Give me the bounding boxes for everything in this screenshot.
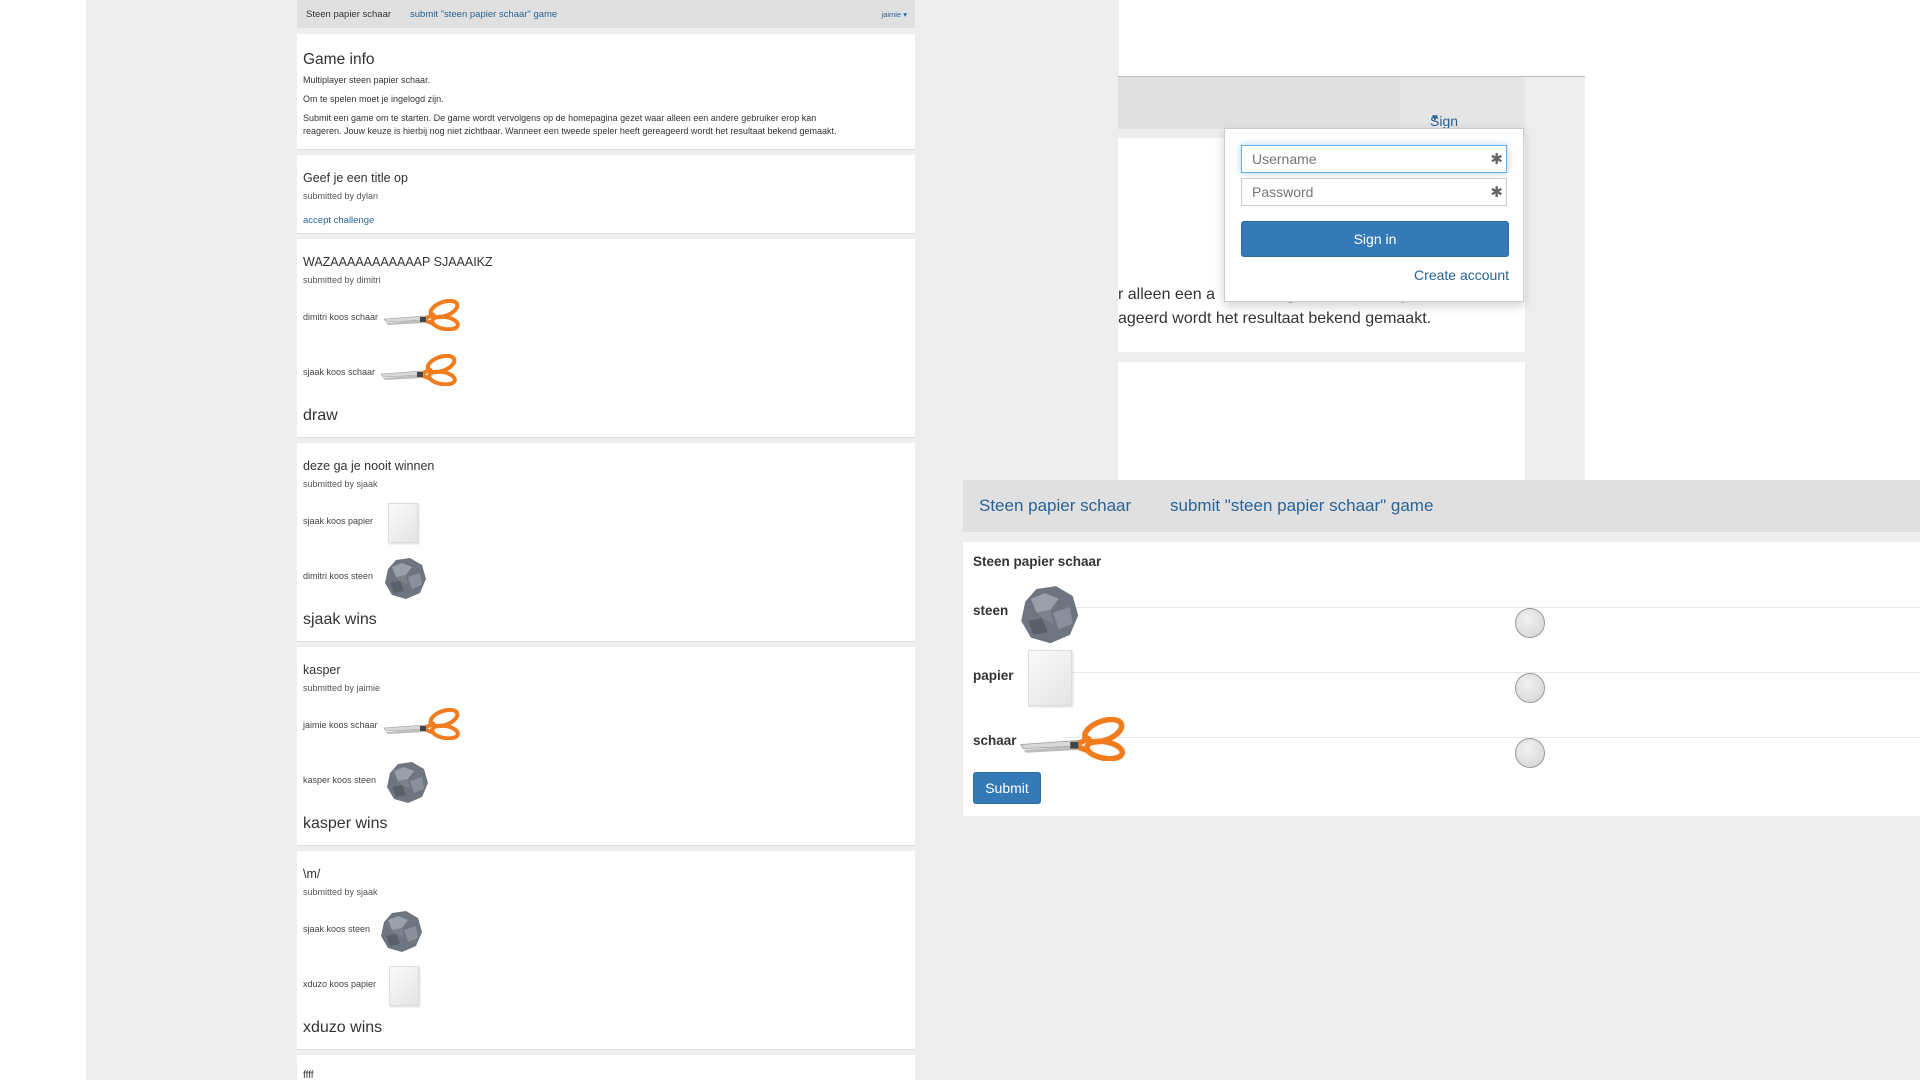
info-text-fragment: ageerd wordt het resultaat bekend gemaak…	[1118, 310, 1432, 327]
option-label-papier: papier	[973, 668, 1014, 683]
game-title: Geef je een title op	[303, 171, 408, 185]
option-divider	[1063, 737, 1920, 738]
move-label: kasper koos steen	[303, 775, 377, 785]
username-field[interactable]	[1241, 145, 1507, 173]
navbar: Steen papier schaar submit "steen papier…	[963, 480, 1920, 532]
game-title: kasper	[303, 663, 341, 677]
option-radio-papier[interactable]	[1515, 673, 1545, 703]
game-submitter: submitted by dimitri	[303, 275, 381, 285]
game-card	[1118, 362, 1525, 480]
navbar: Steen papier schaar submit "steen papier…	[297, 0, 915, 28]
accept-challenge-link[interactable]: accept challenge	[303, 215, 374, 226]
game-result: xduzo wins	[303, 1019, 383, 1036]
scissors-icon	[379, 354, 459, 386]
game-title: deze ga je nooit winnen	[303, 459, 435, 473]
game-title: ffff	[303, 1070, 314, 1081]
move-label: sjaak koos schaar	[303, 367, 376, 377]
submit-game-link[interactable]: submit "steen papier schaar" game	[1170, 496, 1433, 516]
game-info-line: Multiplayer steen papier schaar.	[303, 75, 431, 85]
game-title: \m/	[303, 867, 321, 881]
game-info-panel: Game info Multiplayer steen papier schaa…	[297, 34, 915, 150]
game-card: ffff	[297, 1055, 915, 1081]
move-label: jaimie koos schaar	[303, 720, 378, 730]
option-radio-schaar[interactable]	[1515, 738, 1545, 768]
game-submitter: submitted by dylan	[303, 191, 379, 201]
login-dropdown: ✱ ✱ Sign in Create account	[1224, 128, 1524, 302]
rock-icon	[1016, 582, 1082, 646]
game-card: kasper submitted by jaimie jaimie koos s…	[297, 647, 915, 846]
game-submitter: submitted by sjaak	[303, 887, 378, 897]
game-title: WAZAAAAAAAAAAAP SJAAAIKZ	[303, 255, 493, 269]
signin-button[interactable]: Sign in	[1241, 221, 1509, 257]
scissors-icon	[382, 299, 462, 331]
rock-icon	[382, 555, 428, 601]
asterisk-icon: ✱	[1490, 184, 1503, 201]
option-label-steen: steen	[973, 603, 1009, 618]
password-field[interactable]	[1241, 178, 1507, 206]
game-info-title: Game info	[303, 51, 375, 68]
caret-down-icon: ▾	[903, 10, 907, 19]
scissors-icon	[382, 708, 462, 740]
signin-join-toggle[interactable]: Sign in / Join ▼	[1400, 77, 1525, 161]
game-result: sjaak wins	[303, 611, 377, 628]
navbar-brand[interactable]: Steen papier schaar	[306, 9, 391, 20]
move-label: sjaak koos papier	[303, 516, 374, 526]
paper-icon	[1028, 650, 1072, 706]
game-info-line: Submit een game om te starten. De game w…	[303, 113, 817, 123]
option-divider	[1063, 607, 1920, 608]
submit-game-link[interactable]: submit "steen papier schaar" game	[410, 9, 557, 20]
asterisk-icon: ✱	[1490, 151, 1503, 168]
move-label: dimitri koos steen	[303, 571, 374, 581]
game-card: deze ga je nooit winnen submitted by sja…	[297, 443, 915, 642]
option-label-schaar: schaar	[973, 733, 1017, 748]
user-menu[interactable]: jaimie ▾	[882, 10, 907, 19]
game-info-line: Om te spelen moet je ingelogd zijn.	[303, 94, 444, 104]
info-text-fragment: r alleen een a	[1118, 286, 1215, 303]
paper-icon	[389, 966, 419, 1006]
move-label: dimitri koos schaar	[303, 312, 379, 322]
paper-icon	[388, 503, 418, 543]
game-info-line: reageren. Jouw keuze is hierbij nog niet…	[303, 126, 837, 136]
form-heading: Steen papier schaar	[973, 554, 1102, 569]
submit-game-form: Steen papier schaar steen papier schaar …	[963, 542, 1920, 816]
game-submitter: submitted by sjaak	[303, 479, 378, 489]
user-name: jaimie	[881, 10, 902, 19]
scissors-icon	[1018, 717, 1128, 761]
submit-button[interactable]: Submit	[973, 772, 1041, 804]
rock-icon	[384, 759, 430, 805]
game-card: \m/ submitted by sjaak sjaak koos steen …	[297, 851, 915, 1050]
caret-down-icon: ▼	[1430, 113, 1440, 124]
game-result: draw	[303, 407, 338, 424]
game-submitter: submitted by jaimie	[303, 683, 381, 693]
move-label: xduzo koos papier	[303, 979, 377, 989]
game-card: WAZAAAAAAAAAAAP SJAAAIKZ submitted by di…	[297, 239, 915, 438]
rock-icon	[378, 908, 424, 954]
create-account-link[interactable]: Create account	[1414, 267, 1509, 283]
game-result: kasper wins	[303, 815, 388, 832]
option-radio-steen[interactable]	[1515, 608, 1545, 638]
option-divider	[1063, 672, 1920, 673]
navbar-brand[interactable]: Steen papier schaar	[979, 496, 1131, 516]
game-card: Geef je een title op submitted by dylan …	[297, 155, 915, 234]
move-label: sjaak koos steen	[303, 924, 371, 934]
